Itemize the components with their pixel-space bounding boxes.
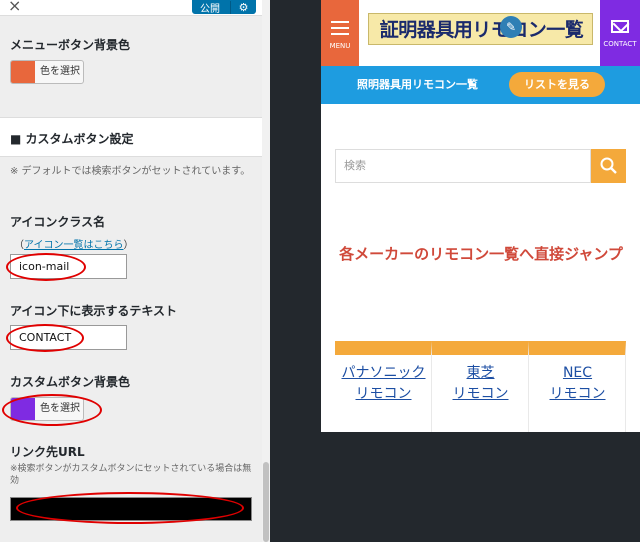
jump-heading: 各メーカーのリモコン一覧へ直接ジャンプ — [339, 245, 623, 263]
search-button[interactable] — [591, 149, 626, 183]
gear-icon[interactable]: ⚙ — [230, 0, 256, 14]
link-url-label: リンク先URL — [10, 445, 85, 459]
custom-bg-color-label: カスタムボタン背景色 — [10, 375, 131, 389]
view-list-button[interactable]: リストを見る — [509, 72, 605, 97]
hamburger-icon[interactable] — [331, 21, 349, 39]
scrollbar-thumb[interactable] — [263, 462, 269, 542]
color-swatch[interactable] — [11, 61, 35, 83]
maker-link[interactable]: 東芝 リモコン — [432, 363, 529, 405]
contact-label[interactable]: CONTACT — [600, 40, 640, 48]
close-icon[interactable]: × — [8, 0, 21, 15]
maker-cell-nec: NEC リモコン — [529, 341, 626, 432]
menu-bg-color-picker[interactable]: 色を選択 — [10, 60, 84, 84]
publish-label[interactable]: 公開 — [192, 0, 230, 15]
site-preview: MENU 証明器具用リモコン一覧 ✎ CONTACT 照明器具用リモコン一覧 リ… — [321, 0, 640, 432]
select-color-label[interactable]: 色を選択 — [35, 61, 80, 83]
section-header: ■ カスタムボタン設定 — [0, 117, 262, 157]
scrollbar-track[interactable] — [262, 0, 270, 542]
menu-label[interactable]: MENU — [321, 42, 359, 50]
select-color-label[interactable]: 色を選択 — [35, 398, 80, 420]
link-url-note: ※検索ボタンがカスタムボタンにセットされている場合は無効 — [10, 464, 252, 486]
customizer-header: × 公開 ⚙ — [0, 0, 262, 16]
maker-link[interactable]: パナソニック リモコン — [335, 363, 432, 405]
notice-text: 照明器具用リモコン一覧 — [357, 78, 478, 91]
site-header: MENU 証明器具用リモコン一覧 ✎ CONTACT — [321, 0, 640, 66]
menu-button[interactable]: MENU — [321, 0, 359, 66]
maker-link[interactable]: NEC リモコン — [529, 363, 626, 405]
maker-cell-toshiba: 東芝 リモコン — [432, 341, 529, 432]
icon-list-link-wrapper: （アイコン一覧はこちら） — [14, 240, 134, 251]
customizer-panel: × 公開 ⚙ メニューボタン背景色 色を選択 ■ カスタムボタン設定 ※ デフォ… — [0, 0, 270, 542]
menu-bg-color-label: メニューボタン背景色 — [10, 38, 131, 52]
icon-class-label: アイコンクラス名 — [10, 215, 106, 229]
link-url-input[interactable] — [10, 497, 252, 521]
icon-text-input[interactable]: CONTACT — [10, 325, 127, 350]
icon-list-link[interactable]: アイコン一覧はこちら — [24, 240, 124, 251]
logo-text[interactable]: 証明器具用リモコン一覧 — [369, 14, 594, 46]
custom-bg-color-picker[interactable]: 色を選択 — [10, 397, 84, 421]
pencil-icon: ✎ — [500, 16, 522, 38]
notice-bar: 照明器具用リモコン一覧 リストを見る — [321, 66, 640, 104]
search-input[interactable]: 検索 — [335, 149, 591, 183]
mail-icon[interactable] — [611, 20, 629, 33]
contact-button[interactable]: CONTACT — [600, 0, 640, 66]
search-icon[interactable] — [600, 157, 617, 174]
color-swatch[interactable] — [11, 398, 35, 420]
icon-text-label: アイコン下に表示するテキスト — [10, 304, 178, 318]
section-title: ■ カスタムボタン設定 — [10, 132, 134, 146]
site-logo[interactable]: 証明器具用リモコン一覧 ✎ — [368, 13, 593, 45]
section-note: ※ デフォルトでは検索ボタンがセットされています。 — [10, 166, 251, 177]
maker-cell-panasonic: パナソニック リモコン — [335, 341, 432, 432]
publish-button[interactable]: 公開 ⚙ — [192, 0, 256, 15]
icon-class-input[interactable]: icon-mail — [10, 254, 127, 279]
